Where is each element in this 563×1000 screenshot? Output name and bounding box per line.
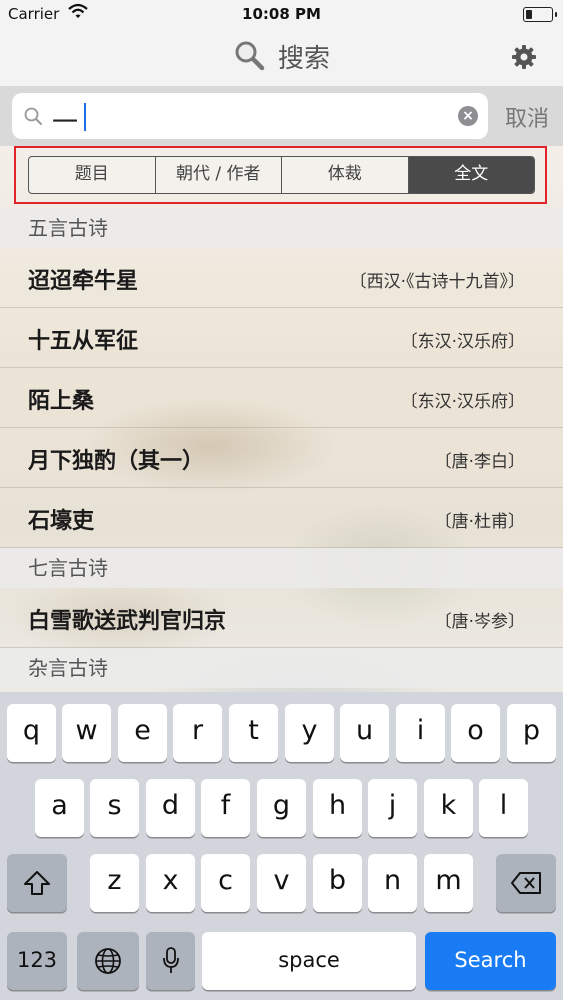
key-e[interactable]: e	[118, 704, 167, 762]
section-header: 杂言古诗	[0, 648, 563, 688]
search-bar: 一 × 取消	[0, 86, 563, 146]
search-icon	[233, 39, 265, 75]
key-v[interactable]: v	[257, 854, 306, 912]
key-y[interactable]: y	[285, 704, 334, 762]
numbers-key[interactable]: 123	[7, 932, 67, 990]
key-k[interactable]: k	[424, 779, 473, 837]
space-key[interactable]: space	[202, 932, 416, 990]
list-item[interactable]: 白雪歌送武判官归京 〔唐·岑参〕	[0, 588, 563, 648]
segment-dynasty-author[interactable]: 朝代 / 作者	[156, 157, 282, 193]
key-h[interactable]: h	[313, 779, 362, 837]
poem-title: 白雪歌送武判官归京	[28, 609, 227, 634]
globe-icon[interactable]	[77, 932, 139, 990]
key-j[interactable]: j	[368, 779, 417, 837]
key-a[interactable]: a	[35, 779, 84, 837]
list-item[interactable]: 迢迢牵牛星 〔西汉·《古诗十九首》〕	[0, 248, 563, 308]
section-header: 七言古诗	[0, 548, 563, 588]
poem-author: 〔东汉·汉乐府〕	[400, 332, 525, 352]
page-title: 搜索	[278, 44, 331, 74]
text-cursor	[84, 103, 86, 131]
key-n[interactable]: n	[368, 854, 417, 912]
key-d[interactable]: d	[146, 779, 195, 837]
battery-icon	[523, 7, 557, 22]
section-header: 五言古诗	[0, 208, 563, 248]
key-x[interactable]: x	[146, 854, 195, 912]
list-item[interactable]: 石壕吏 〔唐·杜甫〕	[0, 488, 563, 548]
key-g[interactable]: g	[257, 779, 306, 837]
key-u[interactable]: u	[340, 704, 389, 762]
navigation-bar: 搜索	[0, 30, 563, 86]
keyboard: q w e r t y u i o p a s d f g h j k l z …	[0, 692, 563, 1000]
key-q[interactable]: q	[7, 704, 56, 762]
poem-title: 月下独酌（其一）	[28, 449, 205, 474]
poem-author: 〔唐·李白〕	[434, 452, 525, 472]
key-t[interactable]: t	[229, 704, 278, 762]
results-list: 五言古诗 迢迢牵牛星 〔西汉·《古诗十九首》〕 十五从军征 〔东汉·汉乐府〕 陌…	[0, 208, 563, 688]
segment-fulltext[interactable]: 全文	[408, 157, 534, 193]
clock: 10:08 PM	[242, 5, 321, 23]
key-f[interactable]: f	[201, 779, 250, 837]
status-bar: Carrier 10:08 PM	[0, 0, 563, 30]
search-input[interactable]: 一 ×	[12, 93, 488, 139]
poem-author: 〔东汉·汉乐府〕	[400, 392, 525, 412]
key-z[interactable]: z	[90, 854, 139, 912]
search-key[interactable]: Search	[425, 932, 556, 990]
poem-title: 迢迢牵牛星	[28, 269, 139, 294]
shift-key[interactable]	[7, 854, 67, 912]
microphone-icon[interactable]	[146, 932, 195, 990]
key-l[interactable]: l	[479, 779, 528, 837]
search-value: 一	[52, 108, 79, 138]
search-scope-control: 题目 朝代 / 作者 体裁 全文	[28, 156, 535, 194]
magnifier-icon	[24, 107, 42, 129]
key-s[interactable]: s	[90, 779, 139, 837]
list-item[interactable]: 十五从军征 〔东汉·汉乐府〕	[0, 308, 563, 368]
gear-icon[interactable]	[511, 44, 537, 74]
poem-author: 〔西汉·《古诗十九首》〕	[349, 272, 525, 292]
poem-title: 石壕吏	[28, 509, 95, 534]
key-m[interactable]: m	[424, 854, 473, 912]
clear-icon[interactable]: ×	[458, 106, 478, 126]
segment-title[interactable]: 题目	[29, 157, 156, 193]
key-b[interactable]: b	[313, 854, 362, 912]
key-w[interactable]: w	[62, 704, 111, 762]
key-p[interactable]: p	[507, 704, 556, 762]
cancel-button[interactable]: 取消	[505, 101, 549, 133]
poem-author: 〔唐·杜甫〕	[434, 512, 525, 532]
key-o[interactable]: o	[451, 704, 500, 762]
poem-title: 十五从军征	[28, 329, 139, 354]
key-c[interactable]: c	[201, 854, 250, 912]
segment-genre[interactable]: 体裁	[282, 157, 409, 193]
list-item[interactable]: 月下独酌（其一） 〔唐·李白〕	[0, 428, 563, 488]
poem-author: 〔唐·岑参〕	[434, 612, 525, 632]
backspace-key[interactable]	[496, 854, 556, 912]
list-item[interactable]: 陌上桑 〔东汉·汉乐府〕	[0, 368, 563, 428]
key-i[interactable]: i	[396, 704, 445, 762]
poem-title: 陌上桑	[28, 389, 95, 414]
key-r[interactable]: r	[173, 704, 222, 762]
